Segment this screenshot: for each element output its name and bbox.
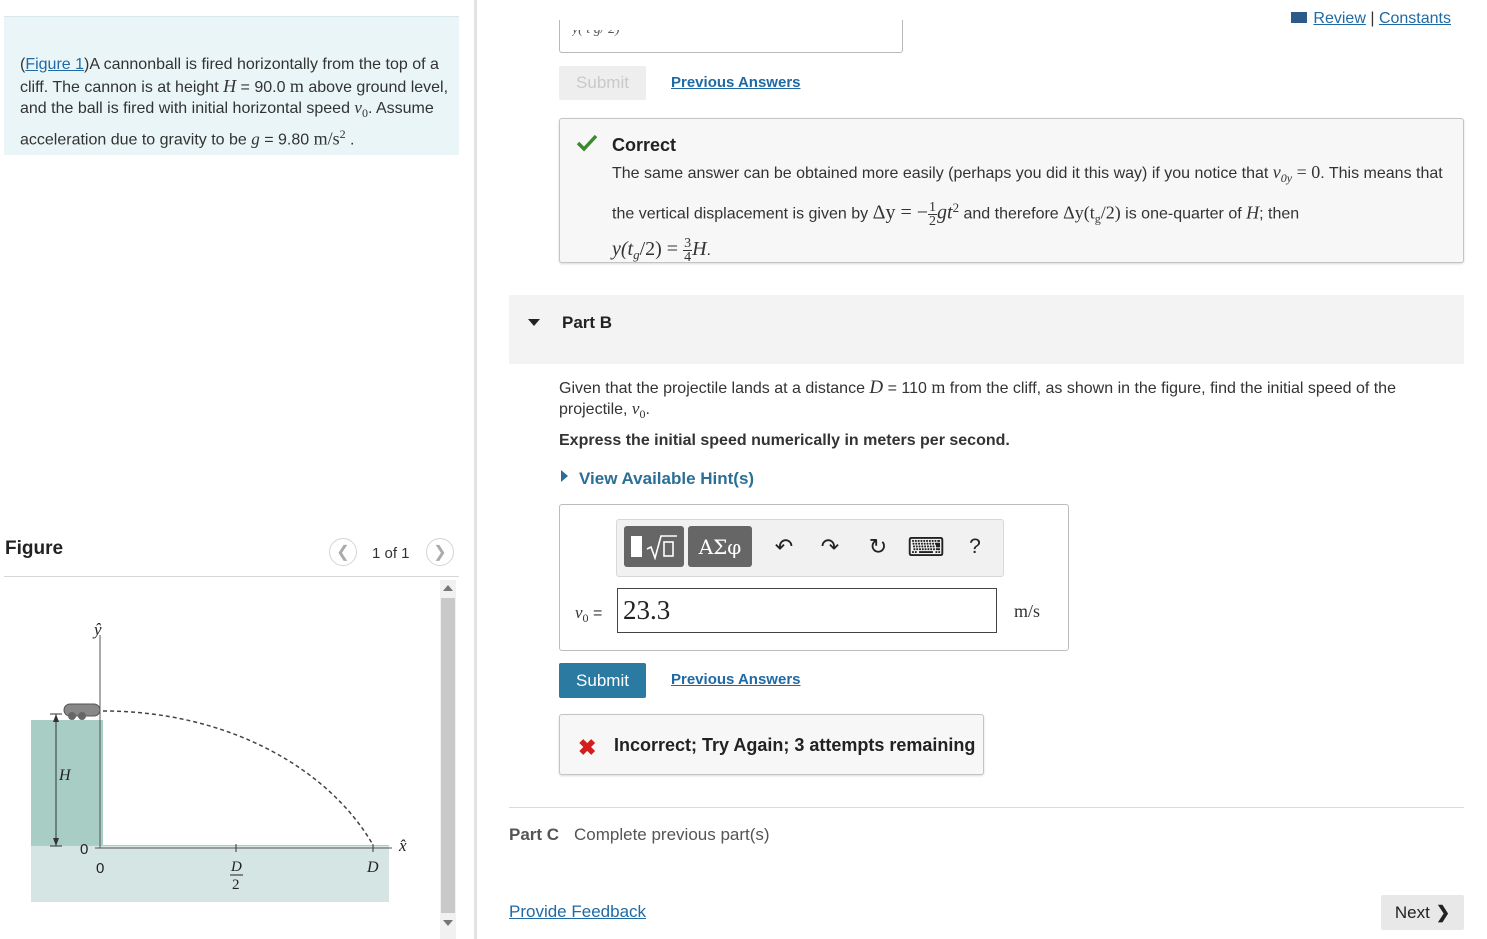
part-c-status: Complete previous part(s) — [574, 825, 770, 844]
templates-button[interactable] — [624, 526, 684, 567]
constants-link[interactable]: Constants — [1379, 10, 1451, 27]
y-axis-label: ŷ — [92, 620, 102, 639]
greek-symbols-button[interactable]: ΑΣφ — [688, 526, 752, 567]
provide-feedback-link[interactable]: Provide Feedback — [509, 902, 646, 922]
scroll-down-arrow-icon[interactable] — [443, 920, 453, 926]
next-figure-button[interactable]: ❯ — [426, 538, 454, 566]
origin-x-label: 0 — [96, 860, 104, 877]
chevron-right-icon: ❯ — [433, 544, 447, 561]
height-label: H — [58, 767, 72, 784]
top-links: Review | Constants — [1291, 10, 1451, 28]
d-half-denominator: 2 — [232, 877, 240, 893]
keyboard-icon[interactable]: ⌨ — [907, 532, 945, 562]
incorrect-feedback-text: Incorrect; Try Again; 3 attempts remaini… — [614, 735, 976, 755]
chevron-right-icon: ❯ — [1435, 902, 1451, 922]
redo-icon[interactable]: ↷ — [818, 534, 842, 560]
checkmark-icon — [576, 134, 598, 152]
help-icon[interactable]: ? — [963, 534, 987, 560]
part-b-instruction: Express the initial speed numerically in… — [559, 432, 1010, 449]
answer-input[interactable] — [617, 588, 997, 633]
chevron-left-icon: ❮ — [336, 544, 350, 561]
part-c-divider — [509, 807, 1464, 808]
scroll-up-arrow-icon[interactable] — [443, 585, 453, 591]
pane-divider[interactable] — [474, 0, 477, 939]
part-b-header[interactable] — [509, 295, 1464, 364]
part-a-previous-answers-link[interactable]: Previous Answers — [671, 74, 801, 91]
part-b-question: Given that the projectile lands at a dis… — [559, 377, 1396, 422]
part-b-previous-answers-link[interactable]: Previous Answers — [671, 671, 801, 688]
expand-triangle-icon[interactable] — [561, 470, 568, 482]
answer-unit-label: m/s — [1014, 601, 1041, 621]
part-a-submit-button[interactable]: Submit — [559, 66, 646, 100]
figure-counter: 1 of 1 — [372, 545, 410, 562]
next-button-label: Next — [1394, 902, 1430, 922]
x-mark-icon: ✖ — [578, 735, 597, 760]
figure-link[interactable]: Figure 1 — [25, 56, 84, 73]
view-hints-link[interactable]: View Available Hint(s) — [579, 469, 754, 489]
cannon-icon — [63, 703, 101, 720]
origin-y-label: 0 — [80, 841, 88, 858]
figure-heading: Figure — [5, 538, 64, 559]
radical-icon — [646, 534, 677, 560]
correct-feedback-text: The same answer can be obtained more eas… — [612, 162, 1443, 265]
cannonball-figure: ŷ x̂ H 0 0 D 2 D — [31, 620, 407, 902]
trajectory — [102, 710, 374, 846]
review-link[interactable]: Review — [1313, 10, 1365, 27]
book-icon — [1291, 12, 1308, 23]
figure-divider — [4, 576, 459, 577]
part-b-title: Part B — [562, 313, 613, 332]
undo-icon[interactable]: ↶ — [772, 534, 796, 560]
d-half-numerator: D — [230, 859, 242, 875]
next-button[interactable]: Next ❯ — [1381, 895, 1464, 930]
problem-statement: (Figure 1)A cannonball is fired horizont… — [20, 56, 449, 149]
part-b-submit-button[interactable]: Submit — [559, 663, 646, 698]
collapse-triangle-icon[interactable] — [528, 319, 540, 326]
template-square-icon — [630, 536, 642, 557]
correct-feedback-title: Correct — [612, 135, 677, 155]
d-label: D — [366, 859, 379, 876]
answer-variable-label: v0 = — [575, 603, 603, 626]
scrollbar-thumb[interactable] — [441, 598, 455, 913]
previous-figure-button[interactable]: ❮ — [329, 538, 357, 566]
part-c-title: Part C — [509, 825, 560, 844]
x-axis-label: x̂ — [398, 836, 407, 855]
reset-icon[interactable]: ↻ — [866, 534, 890, 560]
